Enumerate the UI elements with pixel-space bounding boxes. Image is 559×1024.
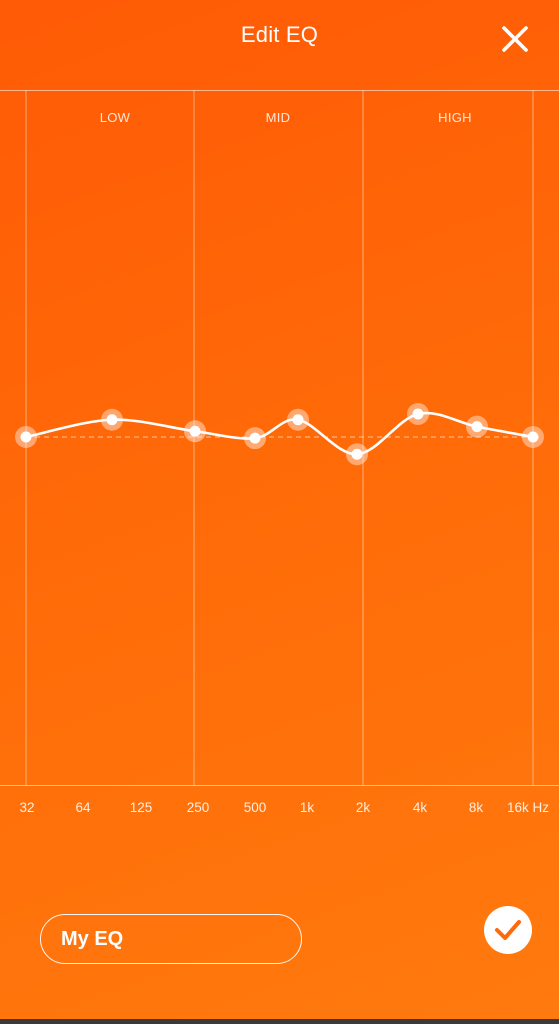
preset-name-field[interactable]: My EQ	[40, 914, 302, 964]
band-label-high: HIGH	[438, 110, 472, 125]
freq-label-250: 250	[186, 800, 210, 815]
freq-label-1k: 1k	[299, 800, 315, 815]
band-label-low: LOW	[99, 110, 131, 125]
freq-label-64: 64	[75, 800, 91, 815]
close-icon	[502, 26, 528, 52]
eq-curve-canvas[interactable]	[0, 90, 559, 786]
eq-graph[interactable]: LOW MID HIGH	[0, 90, 559, 786]
edit-eq-screen: Edit EQ LOW MID HIGH 32 64 125 250 500 1…	[0, 0, 559, 1024]
confirm-button[interactable]	[484, 906, 532, 954]
eq-handle-8[interactable]	[527, 431, 539, 443]
eq-handle-4[interactable]	[292, 414, 304, 426]
close-button[interactable]	[494, 18, 536, 60]
eq-handle-3[interactable]	[249, 432, 261, 444]
freq-label-32: 32	[19, 800, 35, 815]
eq-handle-6[interactable]	[412, 408, 424, 420]
eq-handle-1[interactable]	[106, 414, 118, 426]
frequency-axis: 32 64 125 250 500 1k 2k 4k 8k 16k Hz	[0, 800, 559, 824]
freq-label-8k: 8k	[468, 800, 484, 815]
freq-label-2k: 2k	[355, 800, 371, 815]
freq-label-500: 500	[243, 800, 267, 815]
preset-name-text: My EQ	[61, 927, 124, 950]
band-label-mid: MID	[265, 110, 291, 125]
bottom-edge	[0, 1019, 559, 1024]
eq-handle-0[interactable]	[20, 431, 32, 443]
page-title: Edit EQ	[240, 22, 319, 47]
eq-handle-2[interactable]	[189, 425, 201, 437]
eq-handle-7[interactable]	[471, 421, 483, 433]
checkmark-icon	[495, 920, 521, 940]
eq-handle-5[interactable]	[351, 448, 363, 460]
freq-label-125: 125	[129, 800, 153, 815]
freq-label-4k: 4k	[412, 800, 428, 815]
header: Edit EQ	[0, 0, 559, 90]
freq-label-16k: 16k Hz	[506, 800, 550, 815]
